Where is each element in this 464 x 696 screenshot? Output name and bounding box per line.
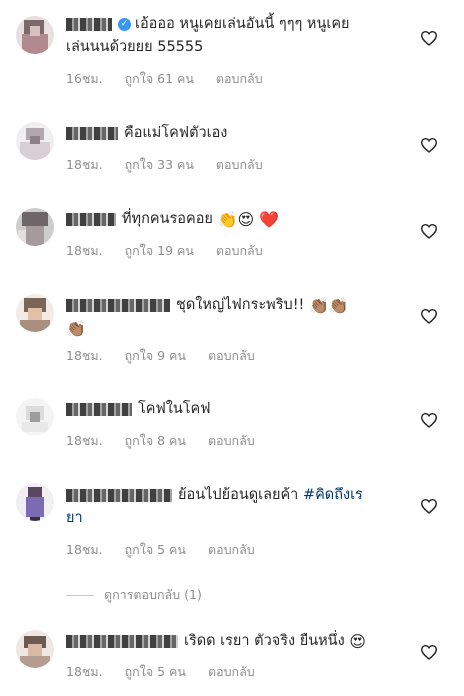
view-replies-label: ดูการตอบกลับ (1) xyxy=(104,587,202,602)
comment-text: เริดด เรยา ตัวจริง ยืนหนึ่ง 😍 xyxy=(66,630,406,653)
username[interactable] xyxy=(66,488,172,502)
comment-text: คือแม่โคฟตัวเอง xyxy=(66,122,406,145)
comment-time: 18ชม. xyxy=(66,542,103,557)
comment-meta: 18ชม. ถูกใจ 9 คน ตอบกลับ xyxy=(66,346,273,366)
reply-button[interactable]: ตอบกลับ xyxy=(216,243,263,258)
reply-button[interactable]: ตอบกลับ xyxy=(208,433,255,448)
comment-time: 16ชม. xyxy=(66,71,103,86)
username[interactable] xyxy=(66,634,178,648)
heart-icon[interactable] xyxy=(420,223,438,239)
username[interactable] xyxy=(66,298,170,312)
username[interactable] xyxy=(66,17,112,31)
comment-likes[interactable]: ถูกใจ 61 คน xyxy=(125,71,194,86)
comment-meta: 18ชม. ถูกใจ 33 คน ตอบกลับ xyxy=(66,155,281,175)
comment-emojis: 👏🏽 xyxy=(66,319,86,338)
comment-emojis: 👏😍 ❤️ xyxy=(217,210,280,229)
reply-button[interactable]: ตอบกลับ xyxy=(216,157,263,172)
avatar[interactable] xyxy=(16,483,54,521)
reply-button[interactable]: ตอบกลับ xyxy=(208,664,255,679)
avatar[interactable] xyxy=(16,294,54,332)
comment-text: ย้อนไปย้อนดูเลยค้า #คิดถึงเร ยา xyxy=(66,487,363,526)
comment-meta: 18ชม. ถูกใจ 5 คน ตอบกลับ xyxy=(66,662,273,682)
comment-emojis: 😍 xyxy=(349,632,366,651)
heart-icon[interactable] xyxy=(420,412,438,428)
comment-text: ✓ เอ้อออ หนูเคยเล่นอันนี้ ๆๆๆ หนูเคย เล่น… xyxy=(66,16,350,55)
comment-time: 18ชม. xyxy=(66,243,103,258)
divider-line xyxy=(66,595,94,596)
username[interactable] xyxy=(66,126,118,140)
heart-icon[interactable] xyxy=(420,498,438,514)
comment-text: ชุดใหญ่ไฟกระพริบ!! 👏🏽👏🏽 👏🏽 xyxy=(66,296,349,338)
reply-button[interactable]: ตอบกลับ xyxy=(208,348,255,363)
comment-meta: 18ชม. ถูกใจ 5 คน ตอบกลับ xyxy=(66,540,273,560)
reply-button[interactable]: ตอบกลับ xyxy=(208,542,255,557)
view-replies-button[interactable]: ดูการตอบกลับ (1) xyxy=(66,585,202,605)
comment-emojis: 👏🏽👏🏽 xyxy=(308,296,349,315)
comment-meta: 18ชม. ถูกใจ 8 คน ตอบกลับ xyxy=(66,431,273,451)
comment-likes[interactable]: ถูกใจ 19 คน xyxy=(125,243,194,258)
comment-text: ที่ทุกคนรอคอย 👏😍 ❤️ xyxy=(66,208,406,231)
avatar[interactable] xyxy=(16,208,54,246)
reply-button[interactable]: ตอบกลับ xyxy=(216,71,263,86)
comment-time: 18ชม. xyxy=(66,157,103,172)
avatar[interactable] xyxy=(16,16,54,54)
heart-icon[interactable] xyxy=(420,308,438,324)
comment-time: 18ชม. xyxy=(66,348,103,363)
username[interactable] xyxy=(66,212,116,226)
comment-meta: 18ชม. ถูกใจ 19 คน ตอบกลับ xyxy=(66,241,281,261)
comment-time: 18ชม. xyxy=(66,664,103,679)
comment-likes[interactable]: ถูกใจ 8 คน xyxy=(125,433,186,448)
comment-likes[interactable]: ถูกใจ 9 คน xyxy=(125,348,186,363)
avatar[interactable] xyxy=(16,122,54,160)
comment-likes[interactable]: ถูกใจ 5 คน xyxy=(125,542,186,557)
comment-likes[interactable]: ถูกใจ 5 คน xyxy=(125,664,186,679)
hashtag-link[interactable]: ยา xyxy=(66,510,83,526)
comment-meta: 16ชม. ถูกใจ 61 คน ตอบกลับ xyxy=(66,69,281,89)
verified-badge-icon: ✓ xyxy=(118,17,131,31)
heart-icon[interactable] xyxy=(420,30,438,46)
heart-icon[interactable] xyxy=(420,137,438,153)
username[interactable] xyxy=(66,402,132,416)
comment-likes[interactable]: ถูกใจ 33 คน xyxy=(125,157,194,172)
heart-icon[interactable] xyxy=(420,644,438,660)
hashtag-link[interactable]: #คิดถึงเร xyxy=(303,487,363,503)
avatar[interactable] xyxy=(16,398,54,436)
avatar[interactable] xyxy=(16,630,54,668)
comment-time: 18ชม. xyxy=(66,433,103,448)
comment-text: โคฟในโคฟ xyxy=(66,398,406,421)
